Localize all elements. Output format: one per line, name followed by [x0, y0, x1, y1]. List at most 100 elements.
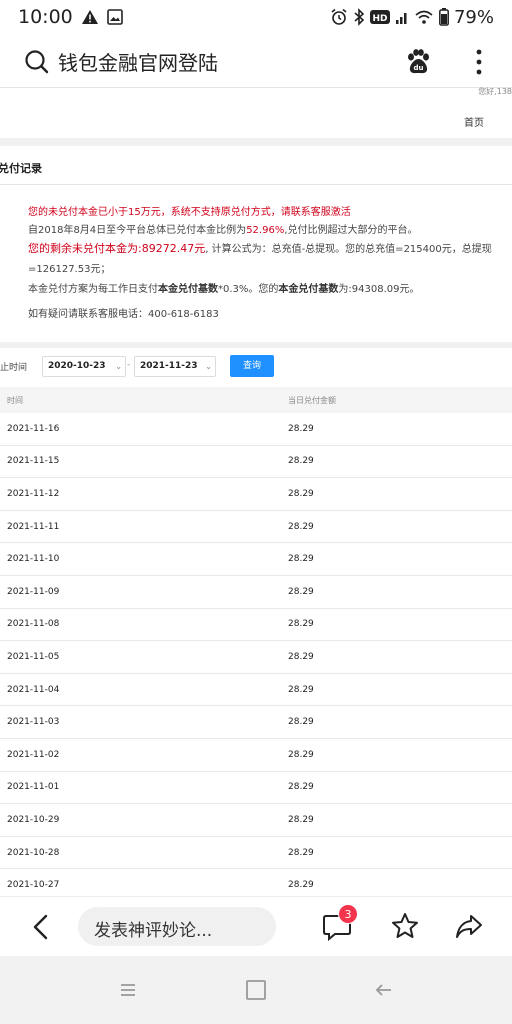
row-date: 2021-11-11: [7, 521, 60, 532]
chevron-down-icon: ⌄: [115, 362, 122, 371]
row-date: 2021-11-02: [7, 749, 60, 760]
ratio-percentage: 52.96%: [246, 225, 285, 236]
search-icon[interactable]: [24, 49, 50, 75]
row-date: 2021-11-05: [7, 651, 60, 662]
row-date: 2021-10-28: [7, 847, 60, 858]
table-row: 2021-11-16 28.29: [0, 413, 512, 446]
remaining-label: 您的剩余未兑付本金为:: [28, 242, 142, 255]
row-date: 2021-10-29: [7, 814, 60, 825]
row-amount: 28.29: [288, 619, 314, 630]
hd-icon: HD: [369, 9, 390, 25]
table-row: 2021-11-04 28.29: [0, 674, 512, 707]
battery-percentage: 79%: [453, 6, 494, 28]
row-amount: 28.29: [288, 782, 314, 793]
row-amount: 28.29: [288, 488, 314, 499]
notice-ratio-suffix: ,兑付比例超过大部分的平台。: [284, 225, 418, 236]
row-amount: 28.29: [288, 554, 314, 565]
row-amount: 28.29: [288, 847, 314, 858]
plan-text: 本金兑付方案为每工作日支付: [28, 284, 158, 295]
search-bar[interactable]: 钱包金融官网登陆 du: [0, 36, 512, 88]
signal-icon: [395, 9, 409, 25]
bottom-action-bar: 发表神评妙论...: [0, 896, 512, 956]
row-amount: 28.29: [288, 651, 314, 662]
notice-plan: 本金兑付方案为每工作日支付本金兑付基数*0.3%。您的本金兑付基数为:94308…: [28, 283, 420, 297]
end-date-value: 2021-11-23: [140, 361, 198, 371]
star-icon[interactable]: [390, 911, 420, 941]
page-header: 您好,138 首页: [0, 87, 512, 138]
system-nav-bar: [0, 956, 512, 1024]
row-amount: 28.29: [288, 814, 314, 825]
warning-icon: [81, 9, 99, 25]
row-amount: 28.29: [288, 684, 314, 695]
status-bar: 10:00 HD 79%: [0, 0, 512, 34]
row-date: 2021-11-04: [7, 684, 60, 695]
panel-title: 兑付记录: [0, 162, 42, 175]
table-row: 2021-11-05 28.29: [0, 641, 512, 674]
battery-icon: [439, 8, 449, 26]
row-date: 2021-11-08: [7, 619, 60, 630]
row-amount: 28.29: [288, 423, 314, 434]
divider: [0, 184, 512, 185]
chevron-down-icon: ⌄: [205, 362, 212, 371]
row-amount: 28.29: [288, 521, 314, 532]
plan-base-label-2: 本金兑付基数: [278, 284, 339, 295]
row-date: 2021-11-03: [7, 717, 60, 728]
table-row: 2021-10-29 28.29: [0, 804, 512, 837]
redemption-record-panel: 兑付记录 您的未兑付本金已小于15万元，系统不支持原兑付方式，请联系客服激活 自…: [0, 146, 512, 342]
date-range-label: 起止时间: [0, 363, 28, 373]
row-date: 2021-10-27: [7, 880, 60, 891]
end-date-select[interactable]: 2021-11-23 ⌄: [134, 356, 216, 377]
comment-input[interactable]: 发表神评妙论...: [78, 907, 276, 946]
notice-ratio-text: 自2018年8月4日至今平台总体已兑付本金比例为: [28, 225, 247, 236]
baidu-paw-icon[interactable]: du: [404, 48, 432, 76]
recent-apps-icon[interactable]: [116, 978, 140, 1002]
table-row: 2021-11-12 28.29: [0, 478, 512, 511]
row-date: 2021-11-16: [7, 423, 60, 434]
row-date: 2021-11-12: [7, 488, 60, 499]
section-divider: [0, 138, 512, 146]
plan-base-label: 本金兑付基数: [158, 284, 218, 295]
row-date: 2021-11-10: [7, 554, 60, 565]
home-icon[interactable]: [244, 978, 268, 1002]
formula-text: , 计算公式为：总充值-总提现。您的总充值=215400元，总提现: [205, 244, 492, 255]
wifi-icon: [414, 9, 434, 25]
row-amount: 28.29: [288, 880, 314, 891]
share-icon[interactable]: [454, 911, 484, 941]
user-greeting: 您好,138: [478, 87, 512, 96]
home-link[interactable]: 首页: [464, 114, 484, 129]
start-date-select[interactable]: 2020-10-23 ⌄: [42, 356, 126, 377]
comment-count-badge: 3: [338, 904, 358, 924]
plan-base-value: 为:94308.09元。: [338, 284, 420, 295]
remaining-amount: 89272.47元: [141, 242, 206, 255]
table-row: 2021-11-02 28.29: [0, 739, 512, 772]
table-row: 2021-11-08 28.29: [0, 609, 512, 642]
back-icon[interactable]: [372, 978, 396, 1002]
bluetooth-icon: [353, 8, 365, 26]
notice-activation: 您的未兑付本金已小于15万元，系统不支持原兑付方式，请联系客服激活: [28, 207, 351, 218]
table-row: 2021-11-11 28.29: [0, 511, 512, 544]
row-amount: 28.29: [288, 586, 314, 597]
back-arrow-icon[interactable]: [30, 913, 52, 941]
table-row: 2021-10-28 28.29: [0, 837, 512, 870]
table-row: 2021-11-01 28.29: [0, 772, 512, 805]
notice-withdrawal: =126127.53元；: [28, 264, 111, 275]
search-query[interactable]: 钱包金融官网登陆: [58, 47, 404, 76]
svg-text:du: du: [414, 64, 424, 72]
svg-text:HD: HD: [372, 14, 387, 24]
redemption-table: 时间 当日兑付金额 2021-11-16 28.29 2021-11-15 28.2…: [0, 387, 512, 902]
alarm-icon: [330, 8, 348, 26]
notice-remaining: 您的剩余未兑付本金为:89272.47元, 计算公式为：总充值-总提现。您的总充…: [28, 242, 492, 257]
image-icon: [106, 9, 123, 25]
row-date: 2021-11-09: [7, 586, 60, 597]
table-row: 2021-11-03 28.29: [0, 706, 512, 739]
row-date: 2021-11-15: [7, 456, 60, 467]
range-dash: -: [127, 360, 131, 370]
row-amount: 28.29: [288, 456, 314, 467]
notice-ratio: 自2018年8月4日至今平台总体已兑付本金比例为52.96%,兑付比例超过大部分…: [28, 224, 418, 238]
more-options-icon[interactable]: [474, 48, 484, 76]
notice-contact: 如有疑问请联系客服电话：400-618-6183: [28, 309, 219, 320]
row-amount: 28.29: [288, 749, 314, 760]
date-filter: 起止时间 2020-10-23 ⌄ - 2021-11-23 ⌄ 查询: [0, 352, 512, 382]
status-time: 10:00: [18, 6, 73, 28]
query-button[interactable]: 查询: [230, 355, 274, 377]
